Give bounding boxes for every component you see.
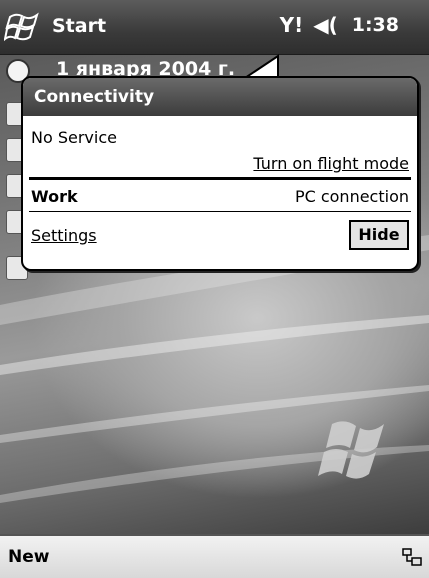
new-button[interactable]: New — [8, 547, 49, 567]
clock[interactable]: 1:38 — [352, 14, 399, 36]
volume-icon[interactable]: ◀( — [313, 13, 338, 37]
flight-mode-link[interactable]: Turn on flight mode — [253, 154, 409, 173]
connection-name[interactable]: Work — [31, 187, 78, 206]
start-label[interactable]: Start — [52, 15, 106, 37]
title-bar: Start Y! ◀( 1:38 — [0, 0, 429, 55]
settings-link[interactable]: Settings — [31, 226, 97, 245]
connectivity-bubble: Connectivity No Service Turn on flight m… — [21, 76, 419, 271]
keyboard-icon[interactable] — [401, 546, 423, 568]
signal-off-icon[interactable]: Y! — [280, 13, 304, 37]
menu-bar: New — [0, 534, 429, 578]
status-icons: Y! ◀( 1:38 — [280, 13, 399, 37]
divider — [29, 177, 411, 180]
connection-type: PC connection — [294, 187, 409, 206]
windows-flag-icon[interactable] — [4, 9, 44, 45]
service-status: No Service — [31, 128, 117, 147]
hide-button[interactable]: Hide — [349, 220, 409, 250]
bubble-title: Connectivity — [23, 78, 417, 116]
bubble-tail — [240, 54, 279, 80]
divider — [29, 211, 411, 212]
